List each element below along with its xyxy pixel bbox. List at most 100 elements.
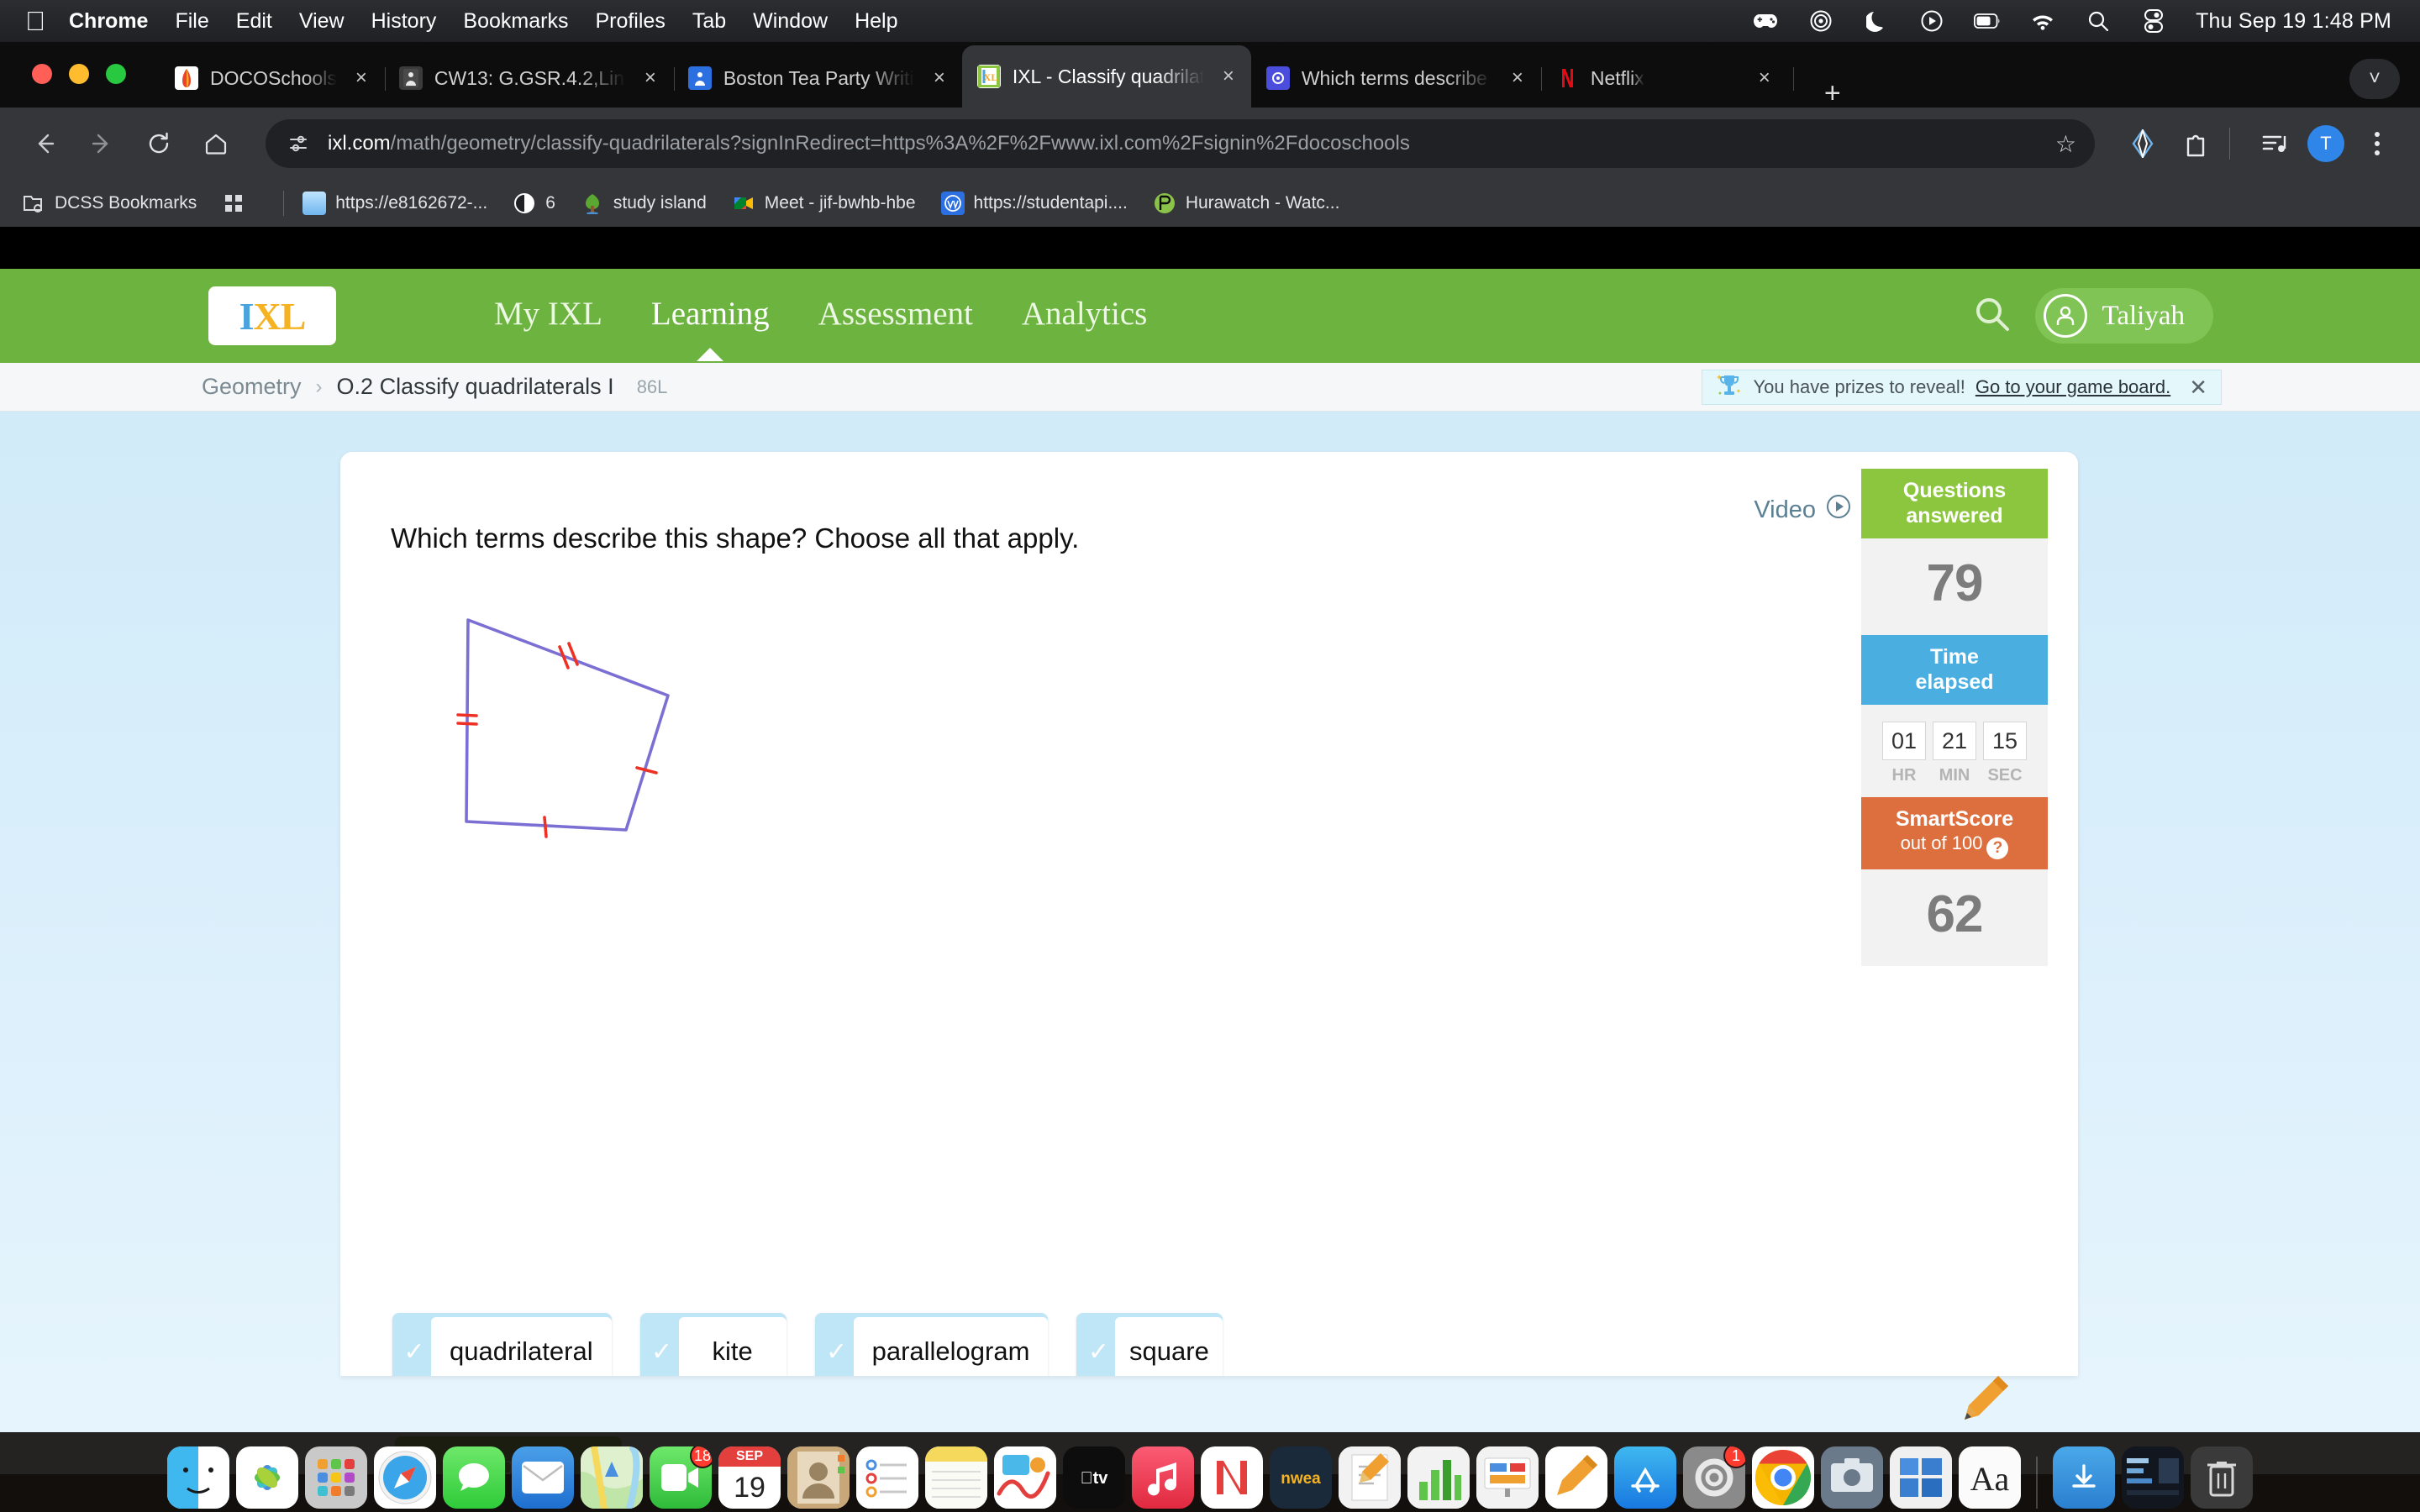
menu-item-history[interactable]: History [371, 9, 437, 34]
settings-icon[interactable]: 1 [1683, 1446, 1745, 1509]
numbers-icon[interactable] [1407, 1446, 1470, 1509]
chrome-icon[interactable] [1752, 1446, 1814, 1509]
menu-item-bookmarks[interactable]: Bookmarks [463, 9, 568, 34]
bookmark-meet[interactable]: Meet - jif-bwhb-hbe [732, 192, 916, 215]
freeform-icon[interactable] [994, 1446, 1056, 1509]
chevron-down-icon[interactable]: ˅ [2349, 59, 2400, 99]
folder-icon[interactable] [2122, 1446, 2184, 1509]
new-tab-button[interactable]: + [1814, 79, 1851, 108]
menu-item-chrome[interactable]: Chrome [69, 9, 148, 34]
kebab-menu-icon[interactable] [2356, 123, 2398, 165]
windows-app-icon[interactable] [1890, 1446, 1952, 1509]
answer-choice-square[interactable]: ✓ square [1076, 1313, 1223, 1376]
video-link[interactable]: Video [1754, 494, 1851, 526]
gem-icon[interactable] [2122, 123, 2164, 165]
messages-icon[interactable] [443, 1446, 505, 1509]
user-menu-button[interactable]: Taliyah [2034, 288, 2213, 344]
forward-arrow-icon[interactable] [79, 121, 124, 166]
pencil-icon[interactable] [1958, 1368, 2017, 1431]
browser-tab[interactable]: DOCOSchools × [160, 49, 386, 108]
screenshot-icon[interactable] [1821, 1446, 1883, 1509]
bookmark-6[interactable]: 6 [513, 192, 555, 215]
nav-learning[interactable]: Learning [651, 295, 770, 338]
menu-bar-clock[interactable]: Thu Sep 19 1:48 PM [2196, 9, 2391, 34]
apple-logo-icon[interactable]:  [25, 8, 45, 34]
contacts-icon[interactable] [787, 1446, 850, 1509]
address-bar[interactable]: ixl.com/math/geometry/classify-quadrilat… [266, 119, 2095, 168]
profile-avatar[interactable]: T [2307, 125, 2344, 162]
minimize-window-button[interactable] [69, 64, 89, 84]
extensions-icon[interactable] [2175, 123, 2217, 165]
music-icon[interactable] [1132, 1446, 1194, 1509]
tab-close-icon[interactable]: × [929, 66, 950, 90]
notability-icon[interactable] [1545, 1446, 1607, 1509]
answer-choice-kite[interactable]: ✓ kite [639, 1313, 786, 1376]
bookmark-e8162672[interactable]: https://e8162672-... [302, 192, 487, 215]
bookmark-dcss[interactable]: DCSS Bookmarks [22, 192, 197, 215]
tab-close-icon[interactable]: × [1754, 66, 1776, 90]
launchpad-icon[interactable] [305, 1446, 367, 1509]
browser-tab[interactable]: Which terms describe t × [1251, 49, 1542, 108]
battery-icon[interactable] [1974, 8, 2001, 34]
breadcrumb-subject[interactable]: Geometry [202, 374, 302, 400]
answer-choice-parallelogram[interactable]: ✓ parallelogram [814, 1313, 1049, 1376]
calendar-icon[interactable]: SEP 19 [718, 1446, 781, 1509]
tab-close-icon[interactable]: × [1218, 65, 1239, 88]
star-icon[interactable]: ☆ [2039, 130, 2076, 158]
bookmark-studentapi[interactable]: https://studentapi.... [940, 192, 1128, 215]
browser-tab[interactable]: CW13: G.GSR.4.2,Lines × [384, 49, 675, 108]
search-icon[interactable] [1973, 295, 2012, 338]
dictionary-icon[interactable]: Aa [1959, 1446, 2021, 1509]
close-window-button[interactable] [32, 64, 52, 84]
photos-icon[interactable] [236, 1446, 298, 1509]
trash-icon[interactable] [2191, 1446, 2253, 1509]
browser-tab[interactable]: Netflix × [1540, 49, 1794, 108]
tab-close-icon[interactable]: × [639, 66, 661, 90]
airplay-icon[interactable] [1807, 8, 1834, 34]
nav-my-ixl[interactable]: My IXL [494, 295, 602, 338]
menu-item-view[interactable]: View [299, 9, 345, 34]
mail-icon[interactable] [512, 1446, 574, 1509]
finder-icon[interactable] [167, 1446, 229, 1509]
pages-icon[interactable] [1339, 1446, 1401, 1509]
answer-choice-quadrilateral[interactable]: ✓ quadrilateral [392, 1313, 612, 1376]
bookmark-study-island[interactable]: study island [581, 192, 707, 215]
nav-analytics[interactable]: Analytics [1022, 295, 1147, 338]
close-icon[interactable]: ✕ [2189, 375, 2207, 401]
game-controller-icon[interactable] [1752, 8, 1779, 34]
tab-close-icon[interactable]: × [350, 66, 372, 90]
reminders-icon[interactable] [856, 1446, 918, 1509]
menu-item-profiles[interactable]: Profiles [595, 9, 665, 34]
menu-item-edit[interactable]: Edit [236, 9, 272, 34]
reading-list-icon[interactable] [2254, 123, 2296, 165]
window-traffic-lights[interactable] [32, 64, 126, 84]
prize-banner-link[interactable]: Go to your game board. [1975, 376, 2170, 398]
safari-icon[interactable] [374, 1446, 436, 1509]
menu-item-tab[interactable]: Tab [692, 9, 726, 34]
browser-tab[interactable]: Boston Tea Party Writing × [673, 49, 962, 108]
ixl-logo[interactable]: IXL [208, 286, 336, 345]
site-settings-icon[interactable] [284, 129, 313, 158]
moon-icon[interactable] [1863, 8, 1890, 34]
appstore-icon[interactable] [1614, 1446, 1676, 1509]
play-circle-icon[interactable] [1918, 8, 1945, 34]
facetime-icon[interactable]: 18 [650, 1446, 712, 1509]
downloads-icon[interactable] [2053, 1446, 2115, 1509]
reload-icon[interactable] [136, 121, 182, 166]
search-icon[interactable] [2085, 8, 2112, 34]
menu-item-file[interactable]: File [175, 9, 208, 34]
maps-icon[interactable] [581, 1446, 643, 1509]
menu-item-help[interactable]: Help [855, 9, 897, 34]
wifi-icon[interactable] [2029, 8, 2056, 34]
menu-item-window[interactable]: Window [753, 9, 828, 34]
nav-assessment[interactable]: Assessment [818, 295, 973, 338]
bookmark-apps[interactable] [222, 192, 255, 215]
tab-close-icon[interactable]: × [1507, 66, 1528, 90]
appletv-icon[interactable]: tv [1063, 1446, 1125, 1509]
home-icon[interactable] [193, 121, 239, 166]
help-icon[interactable]: ? [1986, 837, 2009, 859]
browser-tab-active[interactable]: XL IXL - Classify quadrilate × [961, 45, 1251, 108]
control-center-icon[interactable] [2140, 8, 2167, 34]
keynote-icon[interactable] [1476, 1446, 1539, 1509]
notes-icon[interactable] [925, 1446, 987, 1509]
